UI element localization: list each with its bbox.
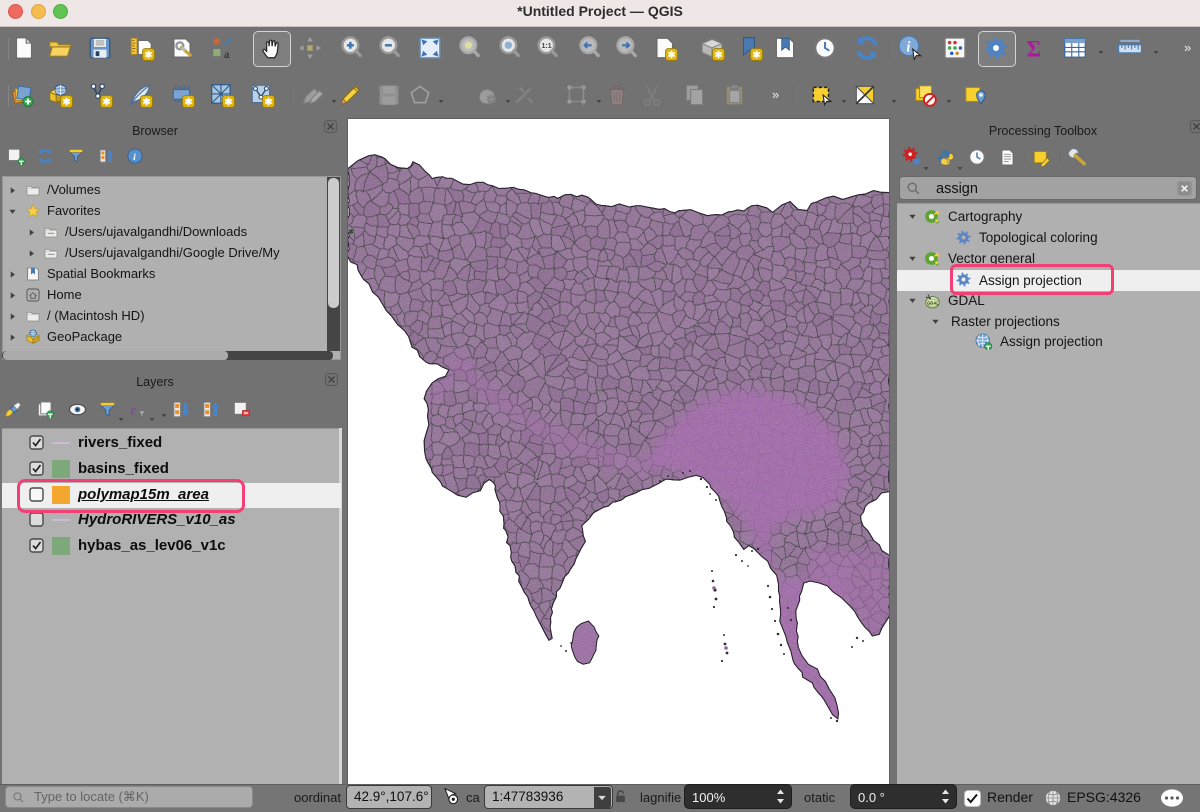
svg-text:a: a bbox=[224, 47, 230, 61]
svg-text:GDAL: GDAL bbox=[927, 300, 939, 305]
svg-text:ε: ε bbox=[130, 402, 136, 417]
svg-text:i: i bbox=[906, 39, 910, 55]
svg-text:i: i bbox=[133, 152, 136, 163]
svg-text:Σ: Σ bbox=[1026, 37, 1041, 61]
svg-text:1:1: 1:1 bbox=[542, 43, 552, 50]
